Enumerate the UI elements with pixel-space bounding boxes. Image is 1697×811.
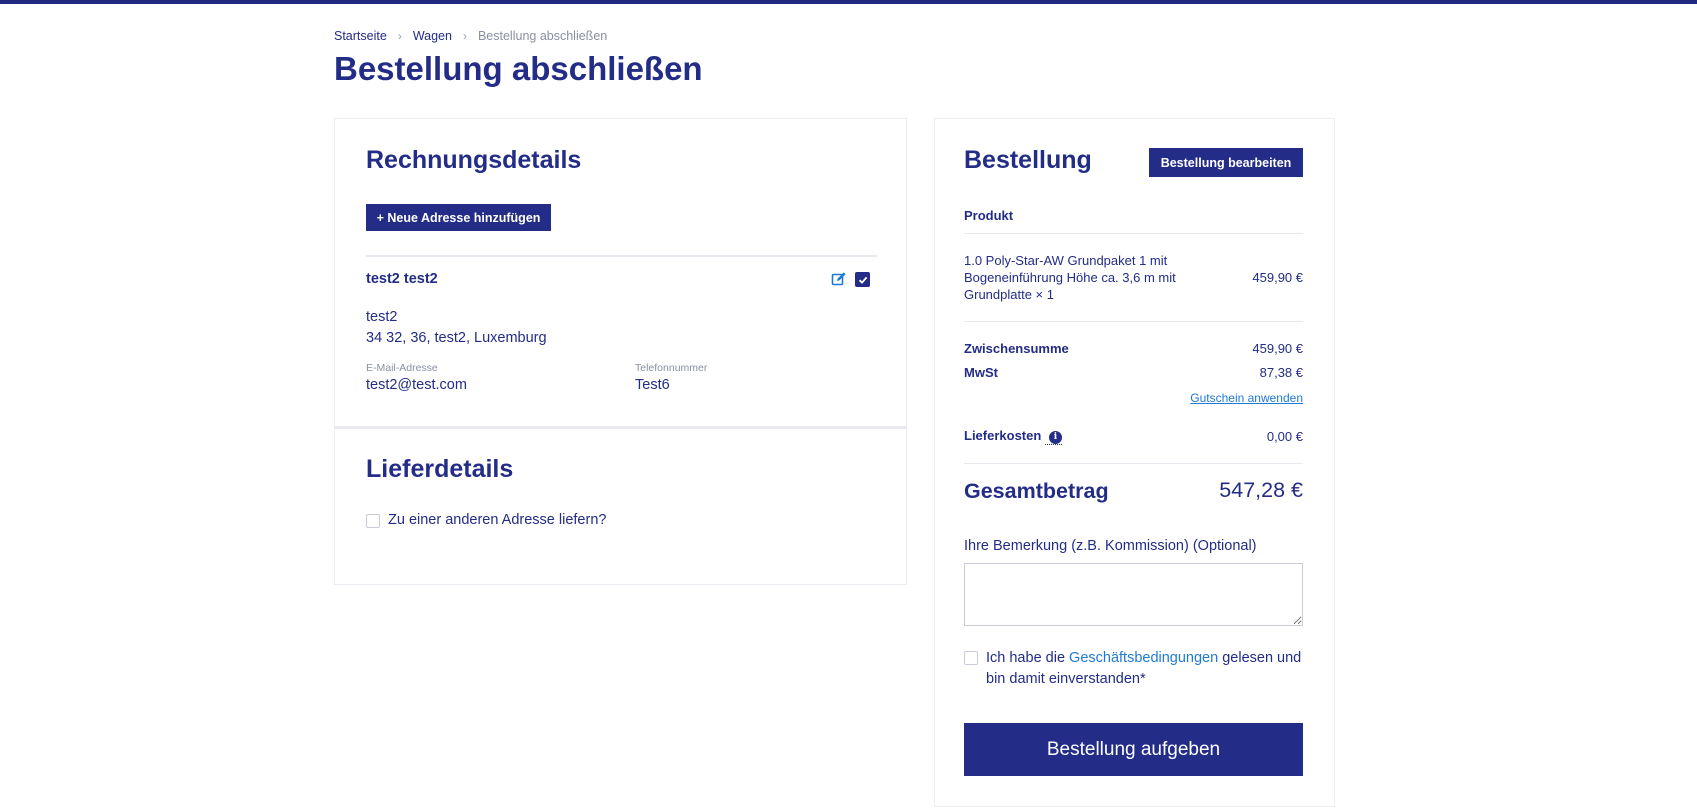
terms-checkbox[interactable] bbox=[964, 651, 978, 665]
terms-prefix: Ich habe die bbox=[986, 650, 1070, 666]
order-item-price: 459,90 € bbox=[1252, 270, 1303, 285]
subtotal-value: 459,90 € bbox=[1252, 341, 1303, 356]
order-item-line: Bogeneinführung Höhe ca. 3,6 m mit bbox=[964, 270, 1176, 285]
shipping-label-row: Lieferkosten i bbox=[964, 428, 1062, 445]
page-title: Bestellung abschließen bbox=[334, 50, 703, 87]
subtotal-label: Zwischensumme bbox=[964, 341, 1069, 356]
other-address-checkbox[interactable] bbox=[366, 514, 380, 528]
shipping-divider bbox=[964, 463, 1303, 464]
product-header: Produkt bbox=[964, 208, 1014, 223]
vat-label: MwSt bbox=[964, 365, 998, 380]
phone-label: Telefonnummer bbox=[635, 362, 708, 374]
breadcrumb: Startseite › Wagen › Bestellung abschlie… bbox=[334, 29, 607, 43]
vat-value: 87,38 € bbox=[1259, 365, 1303, 380]
address-company: test2 bbox=[366, 309, 398, 325]
items-divider bbox=[964, 321, 1303, 322]
edit-address-icon[interactable] bbox=[831, 271, 847, 287]
phone-value: Test6 bbox=[635, 377, 670, 393]
address-divider bbox=[366, 255, 877, 257]
shipping-info-trigger[interactable]: i bbox=[1044, 428, 1062, 445]
apply-coupon-link[interactable]: Gutschein anwenden bbox=[1190, 391, 1303, 405]
note-label: Ihre Bemerkung (z.B. Kommission) (Option… bbox=[964, 538, 1257, 554]
top-accent-bar bbox=[0, 0, 1697, 4]
shipping-label: Lieferkosten bbox=[964, 428, 1042, 443]
address-street: 34 32, 36, test2, Luxemburg bbox=[366, 330, 547, 346]
total-value: 547,28 € bbox=[1219, 478, 1303, 502]
place-order-button[interactable]: Bestellung aufgeben bbox=[964, 723, 1303, 776]
billing-details-card: Rechnungsdetails + Neue Adresse hinzufüg… bbox=[334, 118, 907, 427]
email-label: E-Mail-Adresse bbox=[366, 362, 438, 374]
chevron-right-icon: › bbox=[462, 29, 467, 43]
delivery-details-card: Lieferdetails Zu einer anderen Adresse l… bbox=[334, 427, 907, 585]
add-address-button[interactable]: + Neue Adresse hinzufügen bbox=[366, 204, 551, 231]
terms-link[interactable]: Geschäftsbedingungen bbox=[1069, 650, 1218, 666]
address-selected-checkbox[interactable] bbox=[855, 272, 870, 287]
total-label: Gesamtbetrag bbox=[964, 479, 1109, 503]
billing-title: Rechnungsdetails bbox=[366, 146, 582, 174]
breadcrumb-cart[interactable]: Wagen bbox=[413, 29, 452, 43]
order-title: Bestellung bbox=[964, 146, 1092, 174]
breadcrumb-current: Bestellung abschließen bbox=[477, 29, 608, 43]
terms-text: Ich habe die Geschäftsbedingungen gelese… bbox=[986, 648, 1304, 690]
product-header-divider bbox=[964, 233, 1303, 234]
breadcrumb-home[interactable]: Startseite bbox=[334, 29, 387, 43]
other-address-label[interactable]: Zu einer anderen Adresse liefern? bbox=[388, 512, 606, 528]
edit-order-button[interactable]: Bestellung bearbeiten bbox=[1149, 148, 1303, 177]
email-value: test2@test.com bbox=[366, 377, 467, 393]
delivery-title: Lieferdetails bbox=[366, 455, 514, 483]
note-textarea[interactable] bbox=[964, 563, 1303, 626]
chevron-right-icon: › bbox=[397, 29, 402, 43]
order-item-name: 1.0 Poly-Star-AW Grundpaket 1 mit Bogene… bbox=[964, 252, 1214, 303]
shipping-value: 0,00 € bbox=[1266, 429, 1303, 444]
delivery-top-divider bbox=[335, 427, 906, 429]
order-item-line: 1.0 Poly-Star-AW Grundpaket 1 mit bbox=[964, 253, 1168, 268]
info-icon: i bbox=[1048, 431, 1062, 444]
address-name: test2 test2 bbox=[366, 271, 438, 287]
order-item-line: Grundplatte × 1 bbox=[964, 287, 1054, 302]
order-summary-card: Bestellung Bestellung bearbeiten Produkt… bbox=[934, 118, 1335, 807]
